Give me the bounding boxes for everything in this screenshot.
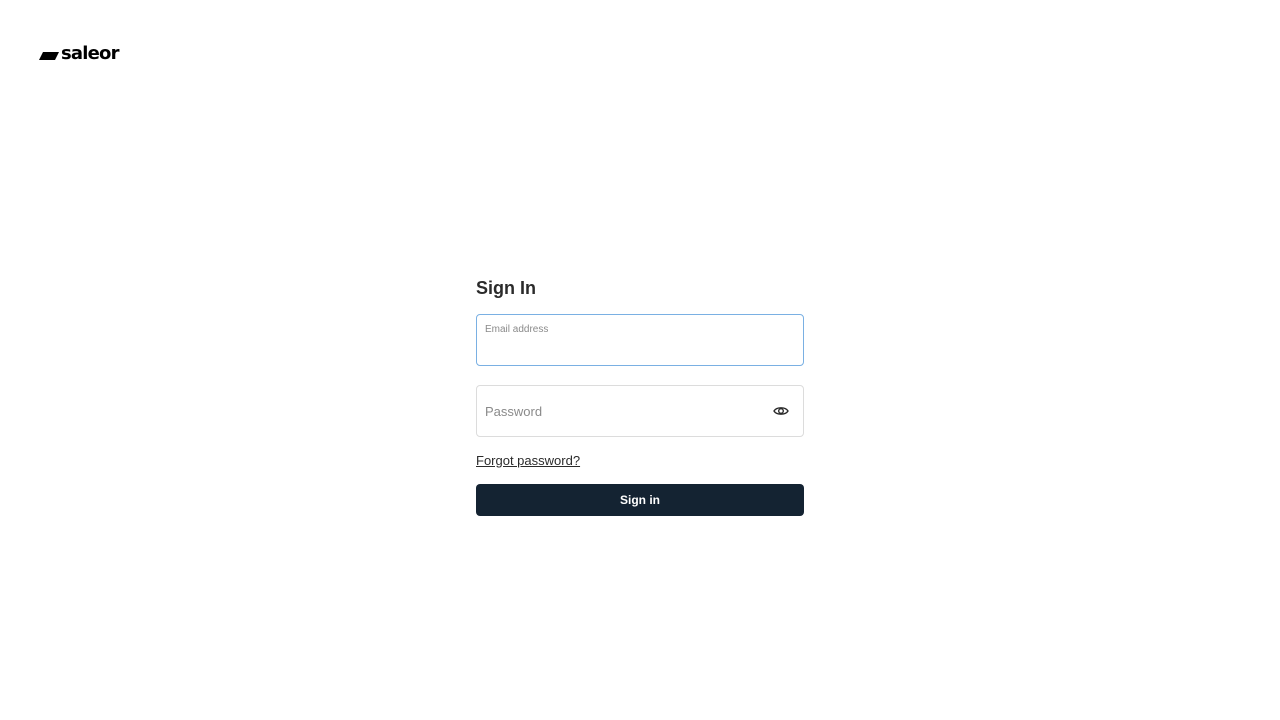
email-field[interactable]: Email address — [476, 314, 804, 366]
sign-in-button[interactable]: Sign in — [476, 484, 804, 516]
logo-text: saleor — [61, 43, 119, 64]
forgot-password-link[interactable]: Forgot password? — [476, 453, 580, 469]
sign-in-form: Sign In Email address Forgot password? S… — [476, 276, 804, 516]
saleor-logo[interactable]: saleor — [39, 44, 119, 64]
eye-icon[interactable] — [773, 404, 789, 418]
page-title: Sign In — [476, 278, 536, 298]
password-field[interactable] — [476, 385, 804, 437]
email-input[interactable] — [485, 339, 763, 357]
login-page: saleor Sign In Email address Forgot pass… — [0, 0, 1280, 720]
email-label: Email address — [485, 324, 549, 335]
password-input[interactable] — [485, 402, 763, 420]
saleor-slash-icon — [39, 51, 59, 60]
